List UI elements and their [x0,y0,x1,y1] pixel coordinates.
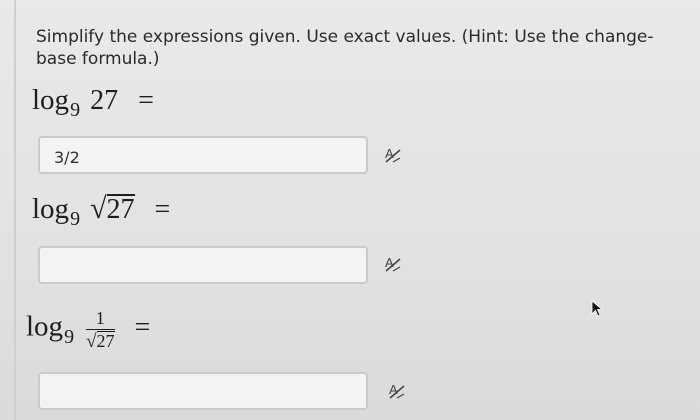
denominator: √27 [86,331,115,352]
radical-sign: √ [86,331,97,352]
log-base: 9 [64,325,75,348]
radicand: 27 [106,194,135,225]
equals-sign: = [134,311,151,343]
equals-sign: = [138,85,154,116]
answer-input-1[interactable]: 3/2 [38,136,368,174]
log-function: log [32,84,70,116]
answer-input-3[interactable] [38,372,368,410]
log-function: log [32,193,70,225]
expression-3: log9 1 √27 = [26,308,151,354]
numerator: 1 [95,308,105,328]
answer-input-2[interactable] [38,246,368,284]
square-root: √27 [90,192,135,226]
preview-icon[interactable]: A [386,380,408,402]
radicand: 27 [96,331,115,351]
radical-sign: √ [90,192,107,225]
fraction-bar [86,329,115,330]
log-function: log [26,310,64,343]
fraction: 1 √27 [86,308,115,352]
expression-1: log9 27 = [32,84,154,121]
preview-icon[interactable]: A [382,253,404,275]
preview-icon[interactable]: A [382,144,404,166]
log-argument: 27 [90,85,119,116]
question-instructions: Simplify the expressions given. Use exac… [36,27,654,69]
expression-2: log9 √27 = [32,192,171,230]
mouse-pointer-icon [591,300,604,317]
equals-sign: = [154,194,171,225]
log-base: 9 [70,99,81,121]
log-base: 9 [70,208,81,230]
